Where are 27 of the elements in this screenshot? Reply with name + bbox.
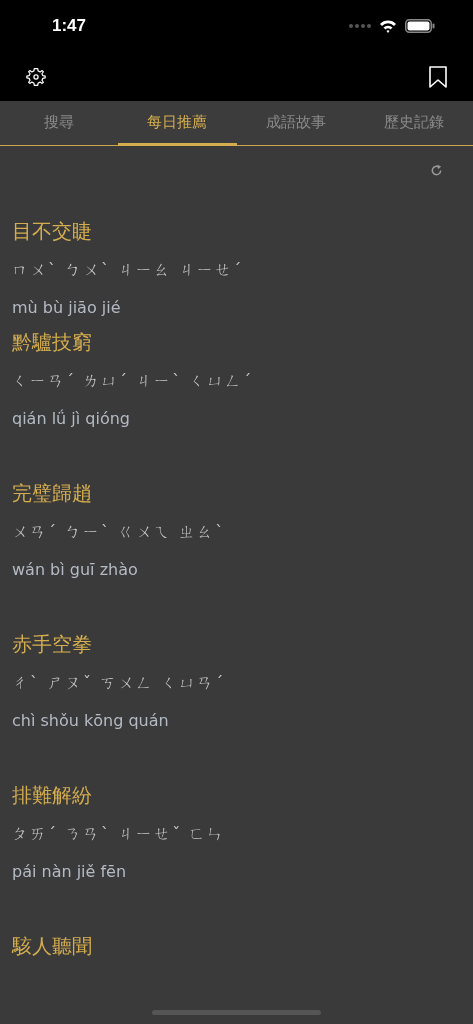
refresh-icon[interactable] [430,164,443,177]
zhuyin-text: ㄇㄨˋ ㄅㄨˋ ㄐㄧㄠ ㄐㄧㄝˊ [12,259,245,281]
idiom-title[interactable]: 目不交睫 [12,218,92,244]
idiom-title[interactable]: 駭人聽聞 [12,933,92,959]
pinyin-text: chì shǒu kōng quán [12,711,170,731]
tab[interactable]: 搜尋 [0,101,119,146]
zhuyin-text: ㄆㄞˊ ㄋㄢˋ ㄐㄧㄝˇ ㄈㄣ [12,823,227,845]
idiom-title[interactable]: 赤手空拳 [12,631,92,657]
zhuyin-text: ㄑㄧㄢˊ ㄌㄩˊ ㄐㄧˋ ㄑㄩㄥˊ [12,370,255,392]
wifi-icon [379,19,397,33]
idiom-title[interactable]: 完璧歸趙 [12,480,92,506]
tab[interactable]: 成語故事 [236,101,355,146]
battery-icon [405,19,435,33]
zhuyin-text: ㄔˋ ㄕㄡˇ ㄎㄨㄥ ㄑㄩㄢˊ [12,672,227,694]
idiom-title[interactable]: 黔驢技窮 [12,329,92,355]
zhuyin-text: ㄨㄢˊ ㄅㄧˋ ㄍㄨㄟ ㄓㄠˋ [12,521,227,543]
status-time: 1:47 [52,16,87,36]
bookmark-icon[interactable] [429,65,447,88]
pinyin-text: mù bù jiāo jié [12,298,122,318]
pinyin-text: wán bì guī zhào [12,560,139,580]
pinyin-text: pái nàn jiě fēn [12,862,128,882]
pinyin-text: qián lǘ jì qióng [12,409,131,429]
signal-icon [349,23,371,29]
settings-icon[interactable] [26,66,46,87]
tab[interactable]: 每日推薦 [118,101,237,146]
idiom-title[interactable]: 排難解紛 [12,782,92,808]
tab[interactable]: 歷史記錄 [354,101,473,146]
